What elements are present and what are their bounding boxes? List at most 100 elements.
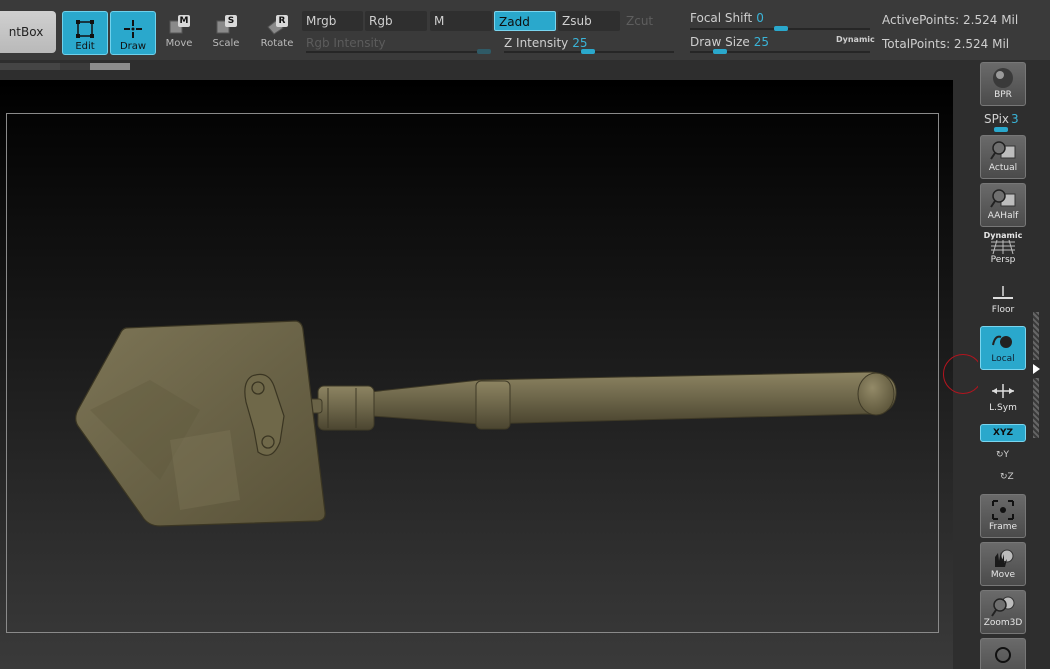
local-button[interactable]: Local — [980, 326, 1026, 370]
right-shelf: BPR SPix 3 Actual AAHalf Dynamic Persp F… — [978, 60, 1050, 669]
floor-label: Floor — [991, 305, 1015, 315]
floor-icon — [993, 286, 1013, 299]
xyz-rotation-button[interactable]: XYZ — [980, 424, 1026, 442]
aahalf-label: AAHalf — [987, 211, 1019, 221]
rotate-label: Rotate — [260, 38, 294, 49]
edit-mode-button[interactable]: Edit — [62, 11, 108, 55]
m-button[interactable]: M — [430, 11, 492, 31]
z-intensity-knob[interactable] — [581, 49, 595, 54]
draw-icon — [124, 20, 142, 38]
lsym-button[interactable]: L.Sym — [980, 376, 1026, 420]
mrgb-button[interactable]: Mrgb — [302, 11, 363, 31]
total-points-readout: TotalPoints: 2.524 Mil — [882, 37, 1010, 51]
shelf-collapse-arrow-icon[interactable] — [1033, 364, 1040, 374]
draw-size-label: Draw Size 25 — [690, 35, 769, 49]
spix-control[interactable]: SPix 3 — [984, 112, 1019, 126]
magnifier-icon — [990, 189, 1016, 208]
zcut-button[interactable]: Zcut — [622, 11, 678, 31]
shovel-3d-model[interactable] — [0, 80, 953, 669]
rotate-z-icon: ↻ — [1000, 472, 1008, 482]
active-points-readout: ActivePoints: 2.524 Mil — [882, 13, 1019, 27]
aahalf-button[interactable]: AAHalf — [980, 183, 1026, 227]
move-icon: M — [167, 15, 191, 37]
strip-segment — [0, 63, 60, 70]
floor-button[interactable]: Floor — [980, 278, 1026, 322]
z-intensity-value: 25 — [572, 36, 588, 50]
zsub-button[interactable]: Zsub — [558, 11, 620, 31]
rotate-key: R — [276, 15, 288, 27]
edit-label: Edit — [75, 41, 95, 52]
persp-dynamic-label: Dynamic — [983, 231, 1023, 240]
persp-button[interactable]: Dynamic Persp — [980, 230, 1026, 274]
top-toolbar: ntBox Edit Draw M Move S Scale R Rotate … — [0, 0, 1050, 60]
rotate-y-icon: ↻ — [996, 450, 1004, 460]
shelf-scrollbar-lower[interactable] — [1033, 378, 1039, 438]
spix-label: SPix — [984, 112, 1010, 126]
z-intensity-text: Z Intensity — [504, 36, 569, 50]
spix-slider-knob[interactable] — [994, 127, 1008, 132]
draw-size-knob[interactable] — [713, 49, 727, 54]
local-label: Local — [991, 354, 1015, 364]
actual-label: Actual — [988, 163, 1018, 173]
draw-mode-button[interactable]: Draw — [110, 11, 156, 55]
move-transform-button[interactable]: M Move — [159, 15, 199, 55]
focal-shift-text: Focal Shift — [690, 11, 753, 25]
move-view-label: Move — [990, 570, 1016, 580]
draw-size-text: Draw Size — [690, 35, 750, 49]
z-intensity-label: Z Intensity 25 — [504, 36, 588, 50]
focal-shift-knob[interactable] — [774, 26, 788, 31]
shelf-scrollbar-upper[interactable] — [1033, 312, 1039, 360]
frame-label: Frame — [988, 522, 1018, 532]
draw-label: Draw — [119, 41, 147, 52]
persp-label: Persp — [990, 255, 1016, 265]
zoom3d-button[interactable]: Zoom3D — [980, 590, 1026, 634]
scale-transform-button[interactable]: S Scale — [206, 15, 246, 55]
symmetry-icon — [992, 384, 1014, 398]
document-viewport[interactable] — [0, 80, 953, 669]
rotate-transform-button[interactable]: R Rotate — [257, 15, 297, 55]
zbrush-window: ntBox Edit Draw M Move S Scale R Rotate … — [0, 0, 1050, 669]
rgb-intensity-label: Rgb Intensity — [306, 36, 386, 50]
spix-value: 3 — [1011, 112, 1019, 126]
draw-size-value: 25 — [753, 35, 770, 49]
rotate-z-label: Z — [1007, 472, 1014, 482]
rotate-view-icon — [995, 647, 1011, 663]
actual-button[interactable]: Actual — [980, 135, 1026, 179]
rgb-button[interactable]: Rgb — [365, 11, 427, 31]
move-view-button[interactable]: Move — [980, 542, 1026, 586]
hand-icon — [995, 549, 1014, 567]
magnifier-icon — [990, 141, 1016, 160]
move-key: M — [178, 15, 190, 27]
zadd-button[interactable]: Zadd — [494, 11, 556, 31]
strip-segment — [60, 63, 90, 70]
rgb-intensity-knob[interactable] — [477, 49, 491, 54]
frame-button[interactable]: Frame — [980, 494, 1026, 538]
local-transform-icon — [992, 335, 1012, 348]
scale-key: S — [225, 15, 237, 27]
focal-shift-value: 0 — [756, 11, 764, 25]
frame-icon — [992, 500, 1014, 520]
focal-shift-label: Focal Shift 0 — [690, 11, 764, 25]
rotate-y-button[interactable]: ↻Y — [996, 450, 1009, 460]
move-label: Move — [165, 38, 193, 49]
bpr-label: BPR — [994, 90, 1012, 100]
rgb-intensity-slider[interactable] — [306, 51, 491, 53]
bpr-button[interactable]: BPR — [980, 62, 1026, 106]
rotate-view-button[interactable] — [980, 638, 1026, 669]
scale-label: Scale — [212, 38, 240, 49]
zoom3d-label: Zoom3D — [983, 618, 1023, 628]
rotate-icon: R — [265, 15, 289, 37]
bpr-icon — [993, 68, 1013, 88]
lightbox-button[interactable]: ntBox — [0, 11, 56, 53]
canvas-scroll-strip — [0, 60, 975, 72]
magnifier-icon — [991, 596, 1015, 617]
rotate-z-button[interactable]: ↻Z — [1000, 472, 1014, 482]
lsym-label: L.Sym — [989, 403, 1017, 413]
brush-cursor — [943, 354, 983, 394]
edit-icon — [76, 20, 94, 38]
scale-icon: S — [214, 15, 238, 37]
horizontal-scroll-thumb[interactable] — [90, 63, 130, 70]
rotate-y-label: Y — [1003, 450, 1010, 460]
perspective-grid-icon — [991, 240, 1015, 254]
dynamic-size-toggle[interactable]: Dynamic — [836, 35, 875, 44]
